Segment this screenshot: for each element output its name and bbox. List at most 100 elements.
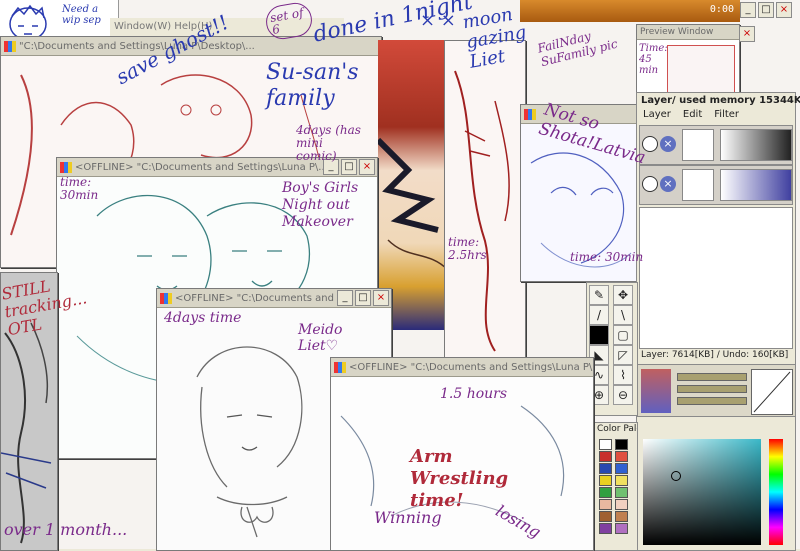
layer-lock-icon[interactable]: × xyxy=(660,136,676,152)
eye-icon[interactable] xyxy=(642,176,658,192)
color-square[interactable] xyxy=(643,439,761,545)
color-swatch[interactable] xyxy=(615,511,628,522)
brush-slider[interactable] xyxy=(677,397,747,405)
minimize-button[interactable]: _ xyxy=(740,2,756,18)
preview-title: Preview Window xyxy=(640,27,714,37)
color-swatch[interactable] xyxy=(599,523,612,534)
color-swatch[interactable] xyxy=(615,475,628,486)
rect-select-icon[interactable]: ▢ xyxy=(613,325,633,345)
note-four-days-time: 4days time xyxy=(164,310,242,326)
fill-color-icon[interactable] xyxy=(589,325,609,345)
layer-panel: Layer/ used memory 15344KB Layer Edit Fi… xyxy=(636,92,800,366)
note-moon-gazing: moon gazing Liet xyxy=(461,3,528,73)
color-swatch[interactable] xyxy=(615,463,628,474)
app-icon xyxy=(160,292,172,304)
color-swatch[interactable] xyxy=(615,487,628,498)
note-over-month: over 1 month... xyxy=(4,520,128,539)
preview-titlebar[interactable]: Preview Window xyxy=(637,25,739,40)
window-b-controls: _ □ × xyxy=(337,290,389,306)
layer-mask-thumbnail xyxy=(720,169,792,201)
app-icon xyxy=(4,40,16,52)
layer-panel-title: Layer/ used memory 15344KB xyxy=(641,95,800,106)
color-swatch[interactable] xyxy=(615,499,628,510)
taskbar-strip: 0:00 xyxy=(520,0,740,22)
swatch-grid xyxy=(599,439,633,539)
color-cursor-icon[interactable] xyxy=(671,471,681,481)
pen-tool-icon[interactable]: ✎ xyxy=(589,285,609,305)
note-time-30min-b: time: 30min xyxy=(570,250,644,264)
move-tool-icon[interactable]: ✥ xyxy=(613,285,633,305)
app-icon xyxy=(334,361,346,373)
note-marks: × × xyxy=(420,10,456,31)
color-swatch[interactable] xyxy=(615,451,628,462)
color-swatch[interactable] xyxy=(599,451,612,462)
hue-strip[interactable] xyxy=(769,439,783,545)
layer-lock-icon[interactable]: × xyxy=(660,176,676,192)
wand-tool-icon[interactable]: ◸ xyxy=(613,345,633,365)
minimize-button[interactable]: _ xyxy=(337,290,353,306)
layer-row[interactable]: × xyxy=(639,125,793,165)
colored-anime-panel xyxy=(378,40,450,330)
window-moon-gazing xyxy=(444,40,526,358)
note-susan-family: Su-san's family xyxy=(266,60,359,111)
layer-status: Layer: 7614[KB] / Undo: 160[KB] xyxy=(641,350,789,360)
brush-slider[interactable] xyxy=(677,385,747,393)
brush-tool-icon[interactable]: / xyxy=(589,305,609,325)
layer-thumbnail xyxy=(682,169,714,201)
layer-menu-edit[interactable]: Edit xyxy=(683,109,702,120)
layer-menu-layer[interactable]: Layer xyxy=(643,109,671,120)
layer-menu: Layer Edit Filter xyxy=(643,109,739,120)
need-note-text: Need a wip sep xyxy=(62,4,101,26)
maximize-button[interactable]: □ xyxy=(758,2,774,18)
line-tool-icon[interactable]: \ xyxy=(613,305,633,325)
sketch-liet-red xyxy=(454,70,510,352)
dark-hair-sketch xyxy=(378,137,449,271)
window-b-titlebar[interactable]: <OFFLINE> "C:\Documents and S... _ □ × xyxy=(157,289,391,308)
curve-graph[interactable] xyxy=(751,369,793,415)
preview-close-button[interactable]: × xyxy=(739,26,755,42)
taskbar-clock: 0:00 xyxy=(709,4,734,15)
preview-window: Preview Window Time: 45 min xyxy=(636,24,740,98)
maximize-button[interactable]: □ xyxy=(355,290,371,306)
close-button[interactable]: × xyxy=(373,290,389,306)
color-palette-panel: Color Palette xyxy=(594,422,638,551)
eraser-tool-icon[interactable]: ⌇ xyxy=(613,365,633,385)
preview-time-note: Time: 45 min xyxy=(639,43,668,76)
top-window-controls: _ □ × xyxy=(740,2,792,18)
window-a-title: <OFFLINE> "C:\Documents and Settings\Lun… xyxy=(75,161,323,173)
brush-settings-panel xyxy=(636,364,796,418)
color-swatch[interactable] xyxy=(599,487,612,498)
note-arm-wrestling: Arm Wrestling time! xyxy=(410,446,509,511)
color-swatch[interactable] xyxy=(599,475,612,486)
layer-row[interactable]: × xyxy=(639,165,793,205)
window-b-title: <OFFLINE> "C:\Documents and S... xyxy=(175,292,337,304)
layer-empty-area xyxy=(639,207,793,349)
note-four-days: 4days (has mini comic) xyxy=(296,123,361,163)
color-swatch[interactable] xyxy=(599,511,612,522)
preview-thumbnail xyxy=(667,45,735,95)
note-time-25hrs: time: 2.5hrs xyxy=(448,235,487,262)
color-swatch[interactable] xyxy=(599,499,612,510)
color-swatch[interactable] xyxy=(599,439,612,450)
layer-menu-filter[interactable]: Filter xyxy=(714,109,739,120)
color-swatch[interactable] xyxy=(599,463,612,474)
note-winning: Winning xyxy=(374,508,442,527)
close-button[interactable]: × xyxy=(776,2,792,18)
brush-preview xyxy=(641,369,671,413)
color-swatch[interactable] xyxy=(615,523,628,534)
app-icon xyxy=(60,161,72,173)
note-boys-night: Boy's Girls Night out Makeover xyxy=(282,180,359,230)
note-one-five-hours: 1.5 hours xyxy=(440,386,508,402)
color-palette-title: Color Palette xyxy=(597,424,637,434)
note-meido-liet: Meido Liet♡ xyxy=(298,322,343,354)
color-picker-panel xyxy=(636,416,796,551)
curve-line xyxy=(753,371,791,413)
brush-slider[interactable] xyxy=(677,373,747,381)
note-time-30min-a: time: 30min xyxy=(60,175,99,202)
window-c-title: <OFFLINE> "C:\Documents and Settings\Lun… xyxy=(349,361,593,373)
color-swatch[interactable] xyxy=(615,439,628,450)
layer-thumbnail xyxy=(682,129,714,161)
layer-mask-thumbnail xyxy=(720,129,792,161)
window-c-titlebar[interactable]: <OFFLINE> "C:\Documents and Settings\Lun… xyxy=(331,358,593,377)
zoom-out-icon[interactable]: ⊖ xyxy=(613,385,633,405)
